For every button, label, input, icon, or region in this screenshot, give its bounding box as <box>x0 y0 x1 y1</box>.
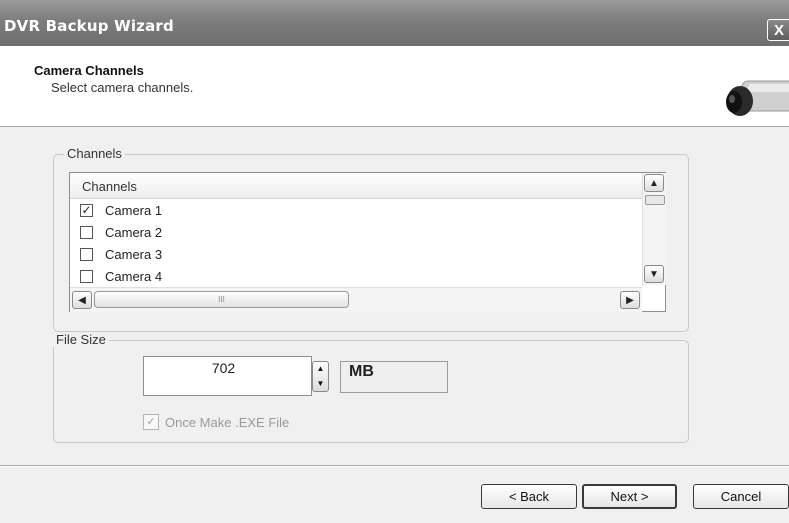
scroll-down-button[interactable]: ▼ <box>644 265 664 283</box>
back-button[interactable]: < Back <box>481 484 577 509</box>
list-column-header[interactable]: Channels <box>70 173 642 199</box>
file-size-group-label: File Size <box>53 332 109 347</box>
list-item-label: Camera 4 <box>105 269 163 284</box>
channel-item-camera-4[interactable]: Camera 4 <box>70 266 642 288</box>
camera-icon <box>726 80 789 116</box>
horizontal-scroll-thumb[interactable]: III <box>94 291 349 308</box>
next-button[interactable]: Next > <box>582 484 677 509</box>
chevron-right-icon: ▶ <box>626 295 634 306</box>
channel-item-camera-3[interactable]: Camera 3 <box>70 244 642 266</box>
channel-rows: ✓ Camera 1 Camera 2 Camera 3 Camera 4 <box>70 200 642 288</box>
camera-3-checkbox[interactable] <box>80 248 93 261</box>
exe-option-checkbox: ✓ <box>143 414 159 430</box>
close-icon: X <box>774 22 785 39</box>
scroll-right-button[interactable]: ▶ <box>620 291 640 309</box>
size-unit-label: MB <box>340 361 448 393</box>
horizontal-scrollbar[interactable]: ◀ III ▶ <box>70 287 642 312</box>
spin-down-icon[interactable]: ▼ <box>313 377 328 391</box>
title-bar: DVR Backup Wizard X <box>0 0 789 46</box>
camera-2-checkbox[interactable] <box>80 226 93 239</box>
window-title: DVR Backup Wizard <box>4 17 174 35</box>
chevron-up-icon: ▲ <box>649 178 659 189</box>
footer-divider <box>0 465 789 467</box>
camera-4-checkbox[interactable] <box>80 270 93 283</box>
page-title: Camera Channels <box>34 63 144 78</box>
channels-group-label: Channels <box>64 146 125 161</box>
vertical-scrollbar[interactable]: ▲ ▼ <box>642 173 666 285</box>
close-button[interactable]: X <box>767 19 789 41</box>
list-item-label: Camera 1 <box>105 203 163 218</box>
wizard-header: Camera Channels Select camera channels. <box>0 46 789 127</box>
cancel-button[interactable]: Cancel <box>693 484 789 509</box>
channel-item-camera-2[interactable]: Camera 2 <box>70 222 642 244</box>
column-header-label: Channels <box>82 179 137 194</box>
chevron-down-icon: ▼ <box>649 269 659 280</box>
chevron-left-icon: ◀ <box>78 295 86 306</box>
list-item-label: Camera 3 <box>105 247 163 262</box>
vertical-scroll-thumb[interactable] <box>645 195 665 205</box>
spin-up-icon[interactable]: ▲ <box>313 362 328 376</box>
camera-1-checkbox[interactable]: ✓ <box>80 204 93 217</box>
channel-item-camera-1[interactable]: ✓ Camera 1 <box>70 200 642 222</box>
file-size-input[interactable]: 702 <box>143 356 312 396</box>
scroll-up-button[interactable]: ▲ <box>644 174 664 192</box>
scroll-grip-icon: III <box>218 295 225 304</box>
list-item-label: Camera 2 <box>105 225 163 240</box>
channels-list[interactable]: Channels ✓ Camera 1 Camera 2 Camera 3 Ca… <box>69 172 666 312</box>
scroll-left-button[interactable]: ◀ <box>72 291 92 309</box>
exe-option-label: Once Make .EXE File <box>165 415 290 430</box>
file-size-spinner[interactable]: ▲ ▼ <box>312 361 329 392</box>
page-subtitle: Select camera channels. <box>51 80 194 95</box>
